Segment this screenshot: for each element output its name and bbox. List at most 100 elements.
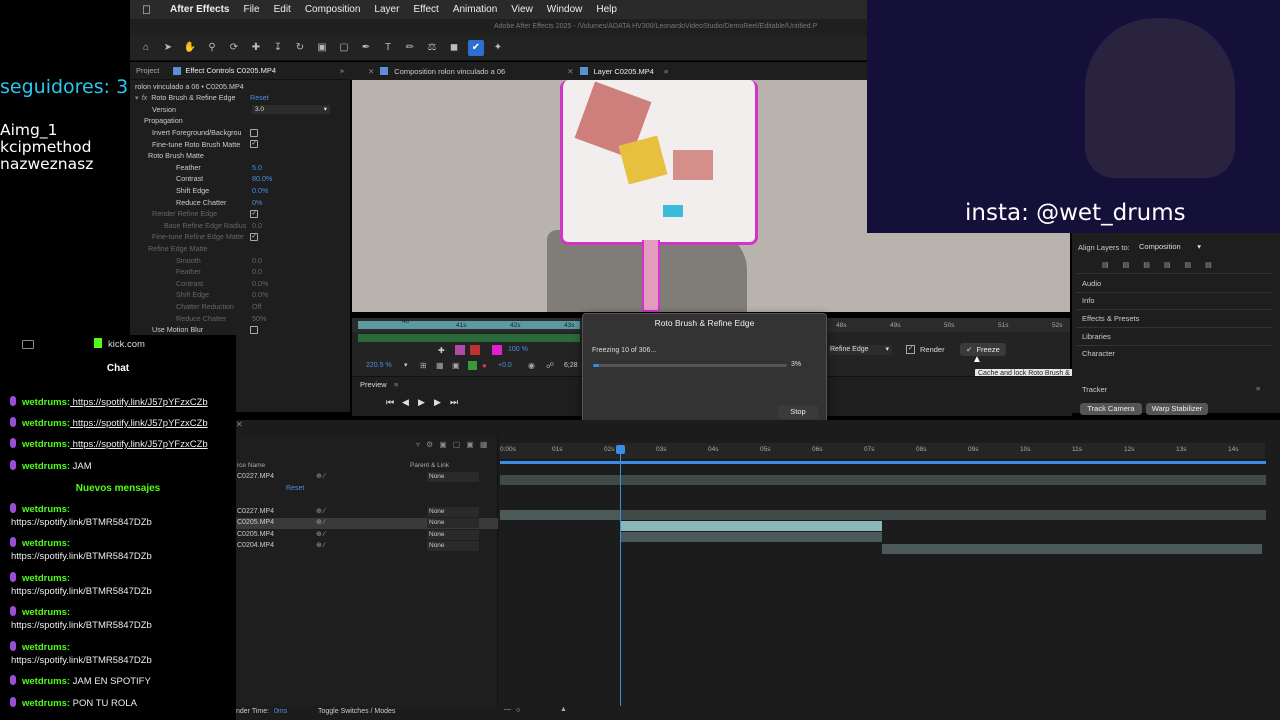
menu-edit[interactable]: Edit [274,4,291,15]
property-value[interactable]: 0% [252,198,262,207]
reset-link[interactable]: Reset [250,93,269,102]
layer-bar[interactable] [620,532,882,542]
align-dropdown[interactable]: Composition ▾ [1136,241,1204,252]
effect-property-row[interactable]: Roto Brush Matte [130,150,350,162]
shape-tool-icon[interactable]: ▢ [336,40,352,56]
chat-link[interactable]: https://spotify.link/BTMR5847DZb [11,655,152,666]
show-snapshot-icon[interactable]: ☍ [546,361,554,370]
layer-bar[interactable] [500,510,620,520]
timeline-ruler[interactable]: 0:00s 01s 02s 03s 04s 05s 06s 07s 08s 09s 10s 11s 12… [500,443,1265,459]
first-frame-icon[interactable]: ⏮ [386,397,394,408]
effect-property-row[interactable]: Feather 5.0 [130,162,350,174]
pan-tool-icon[interactable]: ✚ [248,40,264,56]
tab-project[interactable]: Project [136,66,159,75]
hand-tool-icon[interactable]: ✋ [182,40,198,56]
chat-username[interactable]: wetdrums: [22,607,70,618]
dolly-tool-icon[interactable]: ↧ [270,40,286,56]
menu-window[interactable]: Window [547,4,583,15]
grid-icon[interactable]: ▦ [436,361,444,370]
property-value[interactable]: 80.0% [252,174,272,183]
effect-property-row[interactable]: Contrast 80.0% [130,173,350,185]
property-checkbox[interactable]: ✓ [250,140,258,149]
menu-file[interactable]: File [243,4,259,15]
effect-property-row[interactable]: Render Refine Edge ✓ [130,208,350,220]
apple-icon[interactable]:  [142,3,158,17]
tab-effect-controls[interactable]: Effect Controls C0205.MP4 [185,66,276,75]
property-value[interactable]: 0.0% [252,290,268,299]
warp-stabilizer-button[interactable]: Warp Stabilizer [1146,403,1208,415]
effect-property-row[interactable]: Feather 0.0 [130,266,350,278]
chat-username[interactable]: wetdrums: [22,439,70,450]
property-value[interactable]: 50% [252,314,266,323]
chat-username[interactable]: wetdrums: [22,642,70,653]
property-value[interactable]: 0.0 [252,221,262,230]
playhead-handle[interactable] [616,445,625,454]
chat-link[interactable]: https://spotify.link/J57pYFzxCZb [70,439,208,450]
timeline-layer-row[interactable]: C0227.MP4 ⊕ ⁄ None [236,472,498,483]
effect-property-row[interactable]: Smooth 0.0 [130,254,350,266]
chat-link[interactable]: https://spotify.link/BTMR5847DZb [11,517,152,528]
anchor-tool-icon[interactable]: ▣ [314,40,330,56]
exposure-field[interactable]: +0.0 [498,362,512,369]
work-area-strip[interactable] [500,461,1266,464]
render-checkbox[interactable]: ✓ [906,345,915,354]
zoom-slider[interactable]: ○ [516,707,520,714]
tab-close-icon[interactable]: ✕ [567,67,573,76]
roto-subtract-icon[interactable] [470,345,480,355]
chat-username[interactable]: wetdrums: [22,397,70,408]
mask-icon[interactable]: ▣ [452,361,460,370]
effect-property-row[interactable]: Invert Foreground/Backgrou [130,127,350,139]
transparency-grid-icon[interactable] [468,361,477,370]
layer-switches-icon[interactable]: ⊕ ⁄ [316,530,325,538]
effect-property-row[interactable]: Use Motion Blur [130,324,350,336]
timeline-layer-row[interactable]: C0204.MP4 ⊕ ⁄ None [236,541,498,552]
effect-property-row[interactable]: Contrast 0.0% [130,278,350,290]
zoom-field[interactable]: 220.5 % [366,362,392,369]
type-tool-icon[interactable]: T [380,40,396,56]
fx-icon[interactable]: fx [142,93,148,102]
menu-view[interactable]: View [511,4,533,15]
brush-tool-icon[interactable]: ✏ [402,40,418,56]
menu-layer[interactable]: Layer [374,4,399,15]
parent-dropdown[interactable]: None [427,472,479,482]
panel-tracker[interactable]: Tracker [1082,385,1107,394]
panel-close-icon[interactable]: ✕ [236,420,243,429]
chevron-down-icon[interactable]: ▾ [404,361,408,369]
chat-username[interactable]: wetdrums: [22,504,70,515]
roto-brush-icon[interactable]: ✔ [468,39,484,56]
selection-tool-icon[interactable]: ➤ [160,40,176,56]
chat-link[interactable]: https://spotify.link/BTMR5847DZb [11,620,152,631]
safe-zones-icon[interactable]: ⊞ [420,361,427,370]
property-value[interactable]: 5.0 [252,163,262,172]
panel-expand-icon[interactable]: » [340,66,344,75]
parent-dropdown[interactable]: None [427,518,479,528]
popout-icon[interactable] [22,340,34,349]
panel-menu-icon[interactable]: ≡ [394,380,398,389]
chat-username[interactable]: wetdrums: [22,698,70,709]
effect-property-row[interactable]: Base Refine Edge Radius 0.0 [130,220,350,232]
layer-bar[interactable] [882,544,1262,554]
effect-property-row[interactable]: Reduce Chatter 50% [130,312,350,324]
prev-frame-icon[interactable]: ◀ [402,397,409,408]
effect-property-row[interactable]: Refine Edge Matte [130,243,350,255]
panel-character[interactable]: Character [1082,349,1115,358]
stop-button[interactable]: Stop [778,405,818,419]
channel-icon[interactable]: ● [482,361,487,370]
version-dropdown[interactable]: 3.0 ▾ [252,104,330,114]
tab-layer[interactable]: Layer C0205.MP4 [594,67,654,76]
layer-bar-selected[interactable] [620,521,882,531]
current-time-indicator[interactable] [620,449,621,711]
orbit-tool-icon[interactable]: ⟳ [226,40,242,56]
property-value[interactable]: 0.0 [252,256,262,265]
effect-property-row[interactable]: Chatter Reduction Off [130,301,350,313]
eraser-tool-icon[interactable]: ◼ [446,40,462,56]
chat-username[interactable]: wetdrums: [22,676,70,687]
chat-username[interactable]: wetdrums: [22,538,70,549]
zoom-in-icon[interactable]: ▲ [560,706,567,713]
timeline-layer-row[interactable]: C0205.MP4 ⊕ ⁄ None [236,518,498,529]
last-frame-icon[interactable]: ⏭ [450,397,458,408]
chat-link[interactable]: https://spotify.link/BTMR5847DZb [11,551,152,562]
panel-audio[interactable]: Audio [1082,279,1101,288]
layer-bar[interactable] [500,475,1266,485]
menu-help[interactable]: Help [596,4,617,15]
